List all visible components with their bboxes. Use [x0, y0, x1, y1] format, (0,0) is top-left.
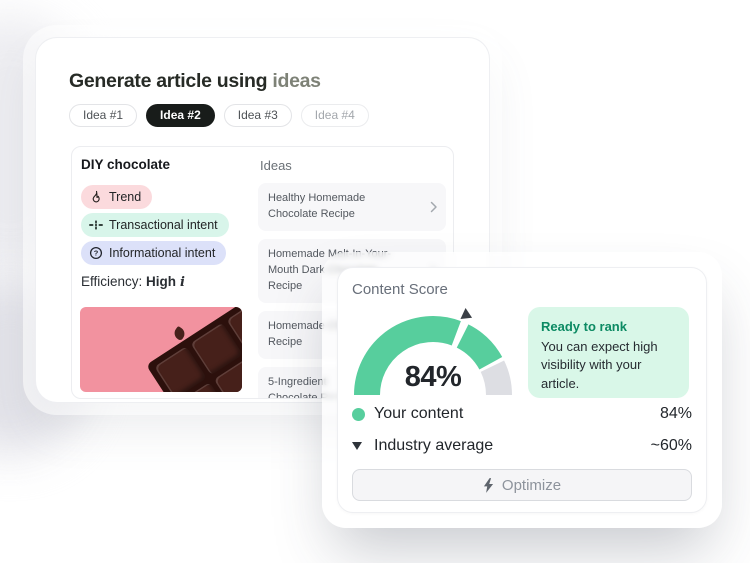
- svg-text:?: ?: [94, 249, 99, 258]
- page: Generate article using ideas Idea #1 Ide…: [0, 0, 750, 563]
- page-title: Generate article using ideas: [69, 70, 321, 93]
- flame-icon: [89, 190, 103, 204]
- idea-list-item[interactable]: Healthy Homemade Chocolate Recipe: [258, 183, 446, 231]
- legend-row-your-content: Your content 84%: [352, 405, 692, 423]
- legend-label: Your content: [374, 405, 463, 423]
- optimize-button-label: Optimize: [502, 477, 561, 494]
- industry-average-pointer-icon: [460, 308, 474, 323]
- dot-marker-icon: [352, 408, 365, 421]
- legend-row-industry-average: Industry average ~60%: [352, 437, 692, 455]
- content-score-title: Content Score: [352, 281, 448, 298]
- page-title-accent: ideas: [272, 70, 320, 92]
- efficiency-row: Efficiency: Highi: [81, 274, 185, 290]
- legend-label: Industry average: [374, 437, 493, 455]
- idea-item-text: Healthy Homemade: [268, 191, 424, 207]
- informational-intent-tag: ? Informational intent: [81, 241, 226, 265]
- transactional-intent-tag: Transactional intent: [81, 213, 229, 237]
- gauge-arc-filled-2: [463, 336, 491, 363]
- gauge-value: 84%: [348, 361, 518, 394]
- trend-tag: Trend: [81, 185, 152, 209]
- callout-body: You can expect high visibility with your…: [541, 338, 676, 393]
- chevron-right-icon: [430, 201, 438, 213]
- efficiency-label: Efficiency:: [81, 274, 142, 289]
- ready-to-rank-callout: Ready to rank You can expect high visibi…: [528, 307, 689, 398]
- content-score-gauge: 84%: [348, 302, 518, 408]
- legend-value: ~60%: [651, 437, 692, 455]
- topic-title: DIY chocolate: [81, 157, 170, 172]
- triangle-marker-icon: [352, 442, 362, 450]
- tab-idea-3[interactable]: Idea #3: [224, 104, 292, 127]
- transactional-intent-tag-label: Transactional intent: [109, 218, 218, 232]
- efficiency-value: High: [146, 274, 176, 289]
- page-title-main: Generate article using: [69, 70, 267, 92]
- ideas-column-header: Ideas: [260, 158, 292, 173]
- content-score-card-halo: Content Score 84% Ready to rank You can …: [322, 252, 722, 528]
- legend-value: 84%: [660, 405, 692, 423]
- idea-tabs: Idea #1 Idea #2 Idea #3 Idea #4: [69, 104, 369, 127]
- bolt-icon: [483, 478, 494, 493]
- idea-item-text: Chocolate Recipe: [268, 207, 424, 223]
- trend-tag-label: Trend: [109, 190, 141, 204]
- tab-idea-4[interactable]: Idea #4: [301, 104, 369, 127]
- info-icon[interactable]: i: [180, 275, 185, 290]
- question-icon: ?: [89, 246, 103, 260]
- content-score-card: Content Score 84% Ready to rank You can …: [337, 267, 707, 513]
- chocolate-bar: [146, 307, 242, 392]
- legend-marker: [352, 408, 374, 421]
- informational-intent-tag-label: Informational intent: [109, 246, 215, 260]
- tab-idea-1[interactable]: Idea #1: [69, 104, 137, 127]
- optimize-button[interactable]: Optimize: [352, 469, 692, 501]
- callout-title: Ready to rank: [541, 319, 676, 334]
- tab-idea-2[interactable]: Idea #2: [146, 104, 215, 127]
- chocolate-photo: [80, 307, 242, 392]
- legend-marker: [352, 442, 374, 450]
- crosshair-icon: [89, 218, 103, 232]
